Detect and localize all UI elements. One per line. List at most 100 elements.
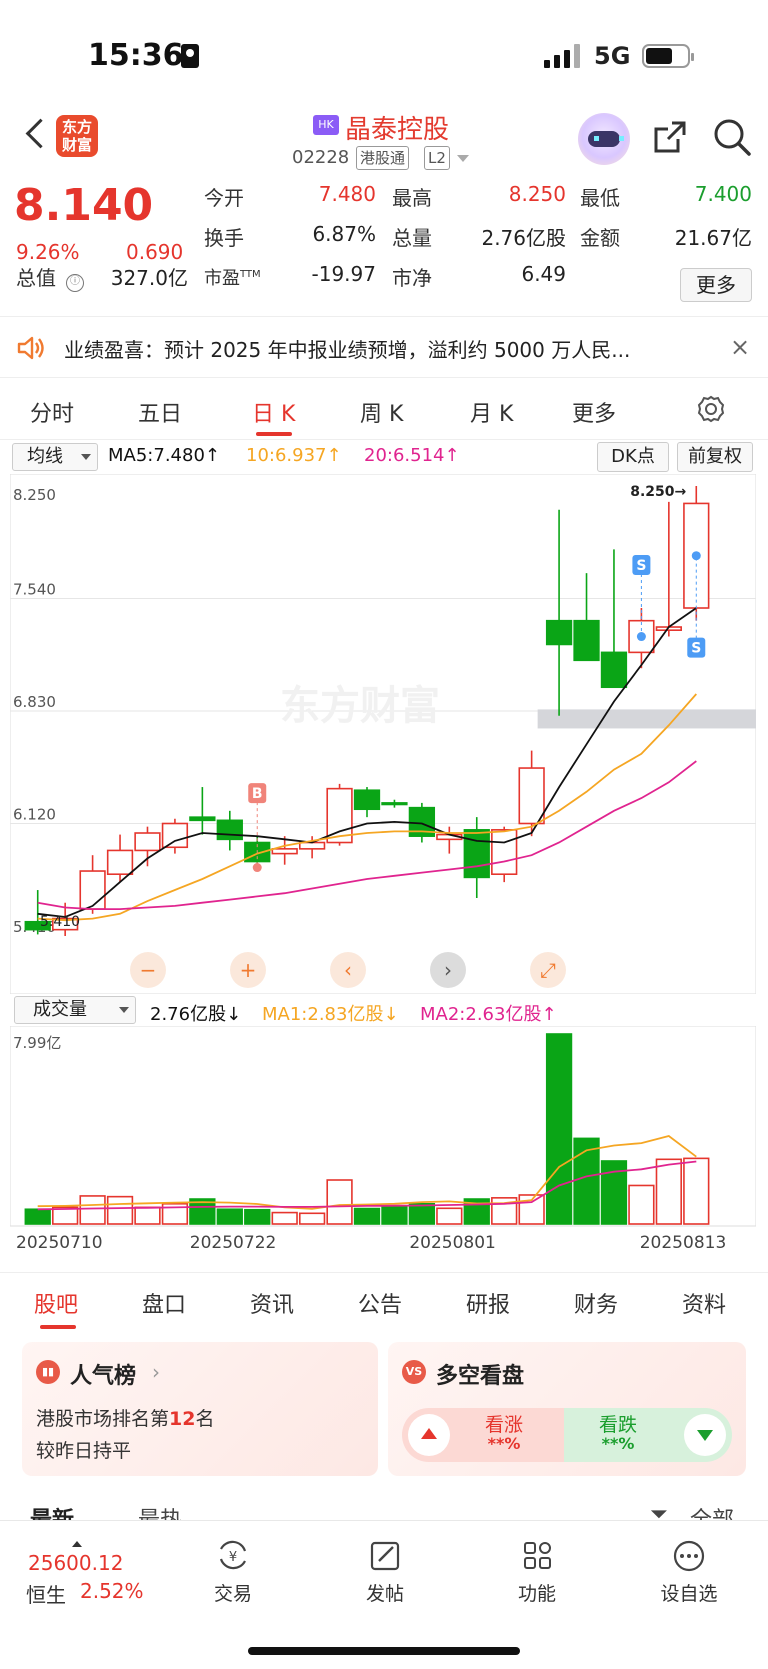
market-cap-value: 327.0亿	[110, 266, 188, 290]
tab-forum[interactable]: 股吧	[34, 1287, 78, 1319]
home-indicator	[248, 1647, 520, 1655]
tab-intraday[interactable]: 分时	[30, 396, 74, 428]
bull-value: **%	[487, 1434, 521, 1453]
volume-bar-down	[216, 1208, 243, 1225]
volume-value-label: 2.76亿股↓	[150, 1004, 242, 1025]
nav-post-label: 发帖	[365, 1583, 404, 1605]
caret-down-icon	[119, 1007, 129, 1013]
low-value: 7.400	[694, 182, 752, 206]
share-icon[interactable]	[652, 119, 688, 155]
up-arrow-icon	[408, 1414, 450, 1456]
ma20-value: 20:6.514↑	[364, 445, 460, 466]
tab-orderbook[interactable]: 盘口	[142, 1287, 186, 1319]
nav-watchlist-label: 设自选	[660, 1583, 718, 1605]
popularity-compare: 较昨日持平	[36, 1440, 132, 1462]
more-dots-icon	[673, 1540, 705, 1572]
low-price-label: 5.410	[40, 914, 80, 930]
pb-value: 6.49	[521, 262, 566, 286]
speaker-icon	[17, 336, 44, 360]
tab-financials[interactable]: 财务	[574, 1287, 618, 1319]
index-value[interactable]: 25600.12	[28, 1551, 123, 1575]
chevron-down-icon[interactable]	[457, 155, 469, 162]
filter-icon[interactable]: ⏷	[650, 1502, 668, 1520]
nav-functions[interactable]: 功能	[492, 1539, 582, 1606]
volume-selector[interactable]: 成交量	[14, 996, 136, 1024]
marker-label: B	[252, 786, 263, 802]
ai-assistant-avatar[interactable]	[578, 113, 630, 165]
candle-up	[161, 822, 189, 849]
stock-header: 东方财富 HK 晶泰控股 02228 港股通 L2	[0, 105, 768, 177]
zoom-out-button[interactable]: −	[130, 952, 166, 988]
tab-more[interactable]: 更多	[572, 396, 616, 428]
network-type: 5G	[594, 42, 631, 70]
change-amount: 0.690	[126, 240, 184, 264]
back-button[interactable]	[24, 119, 50, 149]
nav-post[interactable]: 发帖	[340, 1539, 430, 1606]
subtab-hot[interactable]: 最热	[138, 1502, 182, 1520]
tab-news[interactable]: 资讯	[250, 1287, 294, 1319]
active-tab-indicator	[256, 432, 292, 436]
tab-daily-k[interactable]: 日 K	[252, 396, 295, 428]
volume-bar-up	[436, 1207, 463, 1225]
info-icon[interactable]: ⓘ	[66, 274, 84, 292]
high-value: 8.250	[508, 182, 566, 206]
prev-button[interactable]: ‹	[330, 952, 366, 988]
bull-vote-button[interactable]: 看涨 **%	[402, 1408, 564, 1462]
dk-point-button[interactable]: DK点	[597, 442, 669, 472]
next-button[interactable]: ›	[430, 952, 466, 988]
bear-vote-button[interactable]: 看跌 **%	[564, 1408, 732, 1462]
popularity-rank: 港股市场排名第12名	[36, 1408, 215, 1430]
pe-value: -19.97	[311, 262, 376, 286]
close-icon[interactable]: ×	[730, 333, 750, 361]
tab-research[interactable]: 研报	[466, 1287, 510, 1319]
tab-profile[interactable]: 资料	[682, 1287, 726, 1319]
stock-name[interactable]: 晶泰控股	[345, 109, 449, 146]
gear-icon[interactable]	[696, 394, 726, 424]
sentiment-card: VS 多空看盘 看涨 **% 看跌 **%	[388, 1342, 746, 1476]
grid-icon	[524, 1542, 551, 1569]
tab-weekly-k[interactable]: 周 K	[360, 396, 403, 428]
volume-chart[interactable]: 7.99亿 20250710 20250722 20250801 20250813	[10, 1026, 756, 1266]
search-icon[interactable]	[712, 117, 752, 157]
volume-bar-down	[24, 1208, 51, 1225]
volume-bar-up	[271, 1211, 298, 1225]
fullscreen-button[interactable]: ⤢	[530, 952, 566, 988]
trade-icon: ¥	[219, 1540, 247, 1570]
ma-selector[interactable]: 均线	[12, 443, 98, 471]
subtab-latest[interactable]: 最新	[30, 1502, 74, 1520]
candle-up	[271, 848, 298, 855]
candle-up	[106, 849, 134, 876]
bull-label: 看涨	[484, 1414, 523, 1436]
nav-watchlist[interactable]: 设自选	[644, 1539, 734, 1606]
volume-ma1-label: MA1:2.83亿股↓	[262, 1004, 399, 1025]
volume-bar-down	[408, 1202, 436, 1225]
kline-chart[interactable]: 8.2507.5406.8306.1205.410东方财富BSS8.250→5.…	[10, 474, 756, 994]
more-button[interactable]: 更多	[680, 268, 752, 302]
announcement-banner[interactable]: 业绩盈喜：预计 2025 年中报业绩预增，溢利约 5000 万人民... ×	[0, 316, 768, 378]
vs-icon: VS	[402, 1360, 426, 1384]
sentiment-title: 多空看盘	[436, 1364, 525, 1389]
subtab-all[interactable]: 全部	[690, 1502, 734, 1520]
nav-trade[interactable]: ¥ 交易	[188, 1539, 278, 1606]
zoom-in-button[interactable]: +	[230, 952, 266, 988]
caret-down-icon	[81, 454, 91, 460]
volume-label: 总量	[392, 226, 432, 250]
open-value: 7.480	[318, 182, 376, 206]
index-name[interactable]: 恒生	[26, 1579, 66, 1608]
forum-sub-tabs: 最新 最热 ⏷ 全部	[0, 1498, 768, 1520]
adjust-button[interactable]: 前复权	[677, 442, 753, 472]
popularity-card[interactable]: ▮▮ 人气榜 › 港股市场排名第12名 较昨日持平	[22, 1342, 378, 1476]
y-axis-tick-label: 6.830	[13, 693, 56, 711]
volume-bar-up	[79, 1195, 106, 1225]
next-button-glyph: ›	[444, 958, 452, 982]
chart-period-tabs: 分时 五日 日 K 周 K 月 K 更多	[0, 382, 768, 440]
market-cap-label: 总值	[16, 266, 56, 290]
candle-down	[216, 819, 243, 841]
tab-monthly-k[interactable]: 月 K	[470, 396, 513, 428]
y-axis-tick-label: 7.540	[13, 581, 56, 599]
app-logo[interactable]: 东方财富	[56, 115, 98, 157]
index-change[interactable]: 2.52%	[80, 1579, 144, 1603]
announcement-text[interactable]: 业绩盈喜：预计 2025 年中报业绩预增，溢利约 5000 万人民...	[64, 334, 684, 363]
tab-announcements[interactable]: 公告	[358, 1287, 402, 1319]
tab-five-day[interactable]: 五日	[138, 396, 182, 428]
